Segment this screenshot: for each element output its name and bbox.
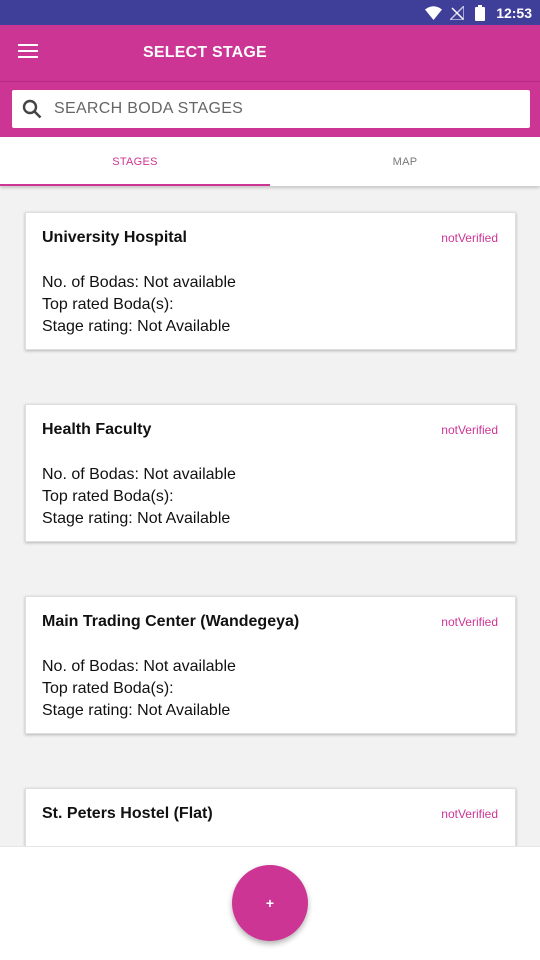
add-stage-button[interactable]: + [232, 865, 308, 941]
stage-name: University Hospital [42, 229, 187, 246]
top-rated-bodas: Top rated Boda(s): [42, 296, 174, 313]
wifi-icon [425, 4, 443, 21]
search-box[interactable] [12, 90, 530, 128]
menu-button[interactable] [8, 33, 48, 73]
top-rated-bodas: Top rated Boda(s): [42, 488, 174, 505]
menu-icon [18, 43, 38, 64]
stage-card[interactable]: University Hospital notVerified No. of B… [25, 212, 516, 350]
verification-status: notVerified [441, 423, 498, 437]
verification-status: notVerified [441, 231, 498, 245]
stage-list: University Hospital notVerified No. of B… [0, 186, 540, 846]
status-time: 12:53 [496, 4, 532, 21]
stage-card[interactable]: Main Trading Center (Wandegeya) notVerif… [25, 596, 516, 734]
verification-status: notVerified [441, 807, 498, 821]
tab-stages[interactable]: STAGES [0, 137, 270, 186]
verification-status: notVerified [441, 615, 498, 629]
app-bar: SELECT STAGE [0, 25, 540, 81]
search-icon [22, 99, 42, 119]
search-bar [0, 81, 540, 137]
stage-rating: Stage rating: Not Available [42, 702, 231, 719]
tab-map[interactable]: MAP [270, 137, 540, 186]
search-input[interactable] [54, 90, 530, 128]
stage-name: Main Trading Center (Wandegeya) [42, 613, 300, 630]
stage-card[interactable]: St. Peters Hostel (Flat) notVerified [25, 788, 516, 846]
battery-icon [471, 4, 488, 21]
stage-rating: Stage rating: Not Available [42, 510, 231, 527]
page-title: SELECT STAGE [143, 44, 267, 61]
tab-bar: STAGES MAP [0, 137, 540, 186]
boda-count: No. of Bodas: Not available [42, 466, 236, 483]
status-bar: 12:53 [0, 0, 540, 25]
stage-card[interactable]: Health Faculty notVerified No. of Bodas:… [25, 404, 516, 542]
stage-name: St. Peters Hostel (Flat) [42, 805, 213, 822]
stage-rating: Stage rating: Not Available [42, 318, 231, 335]
no-signal-icon [448, 4, 465, 21]
boda-count: No. of Bodas: Not available [42, 274, 236, 291]
top-rated-bodas: Top rated Boda(s): [42, 680, 174, 697]
boda-count: No. of Bodas: Not available [42, 658, 236, 675]
stage-name: Health Faculty [42, 421, 152, 438]
